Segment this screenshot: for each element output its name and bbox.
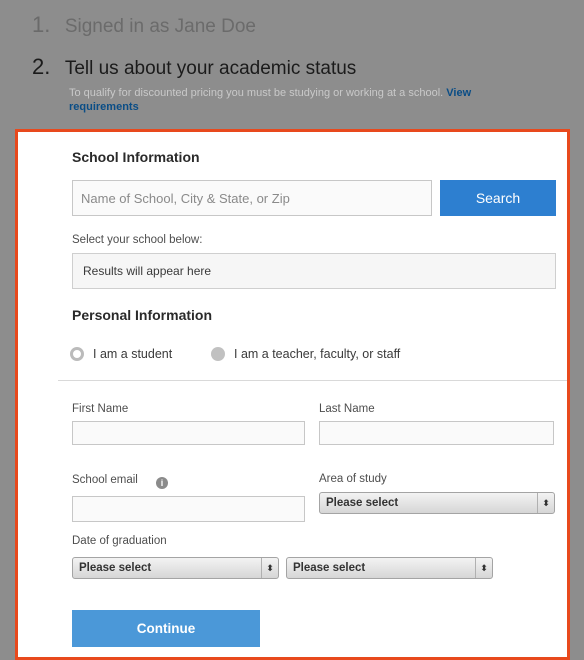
school-email-input[interactable] bbox=[72, 496, 305, 522]
step-1-text: Signed in as Jane Doe bbox=[64, 16, 256, 37]
area-of-study-select[interactable]: Please select ⬍ bbox=[319, 492, 555, 514]
area-of-study-label: Area of study bbox=[319, 473, 387, 485]
school-information-title: School Information bbox=[72, 149, 200, 165]
continue-button[interactable]: Continue bbox=[72, 610, 260, 647]
radio-teacher-circle[interactable] bbox=[211, 347, 225, 361]
step-1: 1. Signed in as Jane Doe bbox=[32, 12, 256, 38]
radio-teacher-label: I am a teacher, faculty, or staff bbox=[234, 347, 401, 361]
step-2-description-text: To qualify for discounted pricing you mu… bbox=[69, 87, 444, 99]
personal-information-title: Personal Information bbox=[72, 307, 213, 323]
area-of-study-value: Please select bbox=[326, 497, 399, 509]
date-of-graduation-label: Date of graduation bbox=[72, 535, 167, 547]
graduation-month-value: Please select bbox=[79, 562, 152, 574]
search-button[interactable]: Search bbox=[440, 180, 556, 216]
select-arrows-icon: ⬍ bbox=[261, 558, 278, 578]
last-name-input[interactable] bbox=[319, 421, 554, 445]
radio-student[interactable]: I am a student bbox=[70, 347, 172, 361]
step-2: 2. Tell us about your academic status bbox=[32, 54, 356, 80]
select-arrows-icon: ⬍ bbox=[537, 493, 554, 513]
school-email-label: School email bbox=[72, 474, 138, 486]
school-results-box[interactable]: Results will appear here bbox=[72, 253, 556, 289]
school-search-input[interactable]: Name of School, City & State, or Zip bbox=[72, 180, 432, 216]
graduation-year-value: Please select bbox=[293, 562, 366, 574]
radio-teacher[interactable]: I am a teacher, faculty, or staff bbox=[211, 347, 400, 361]
results-placeholder: Results will appear here bbox=[83, 264, 212, 278]
step-2-title: Tell us about your academic status bbox=[64, 58, 357, 79]
radio-student-circle[interactable] bbox=[70, 347, 84, 361]
step-2-description: To qualify for discounted pricing you mu… bbox=[69, 86, 489, 114]
school-search-placeholder: Name of School, City & State, or Zip bbox=[81, 190, 290, 206]
first-name-label: First Name bbox=[72, 403, 129, 415]
section-divider bbox=[58, 380, 567, 381]
select-arrows-icon: ⬍ bbox=[475, 558, 492, 578]
first-name-input[interactable] bbox=[72, 421, 305, 445]
graduation-year-select[interactable]: Please select ⬍ bbox=[286, 557, 493, 579]
select-school-label: Select your school below: bbox=[72, 234, 203, 246]
step-2-number: 2. bbox=[32, 54, 51, 79]
academic-form-panel: School Information Name of School, City … bbox=[15, 129, 570, 660]
last-name-label: Last Name bbox=[319, 403, 375, 415]
info-icon[interactable]: i bbox=[156, 477, 168, 489]
step-1-number: 1. bbox=[32, 12, 51, 37]
radio-student-label: I am a student bbox=[93, 347, 173, 361]
graduation-month-select[interactable]: Please select ⬍ bbox=[72, 557, 279, 579]
